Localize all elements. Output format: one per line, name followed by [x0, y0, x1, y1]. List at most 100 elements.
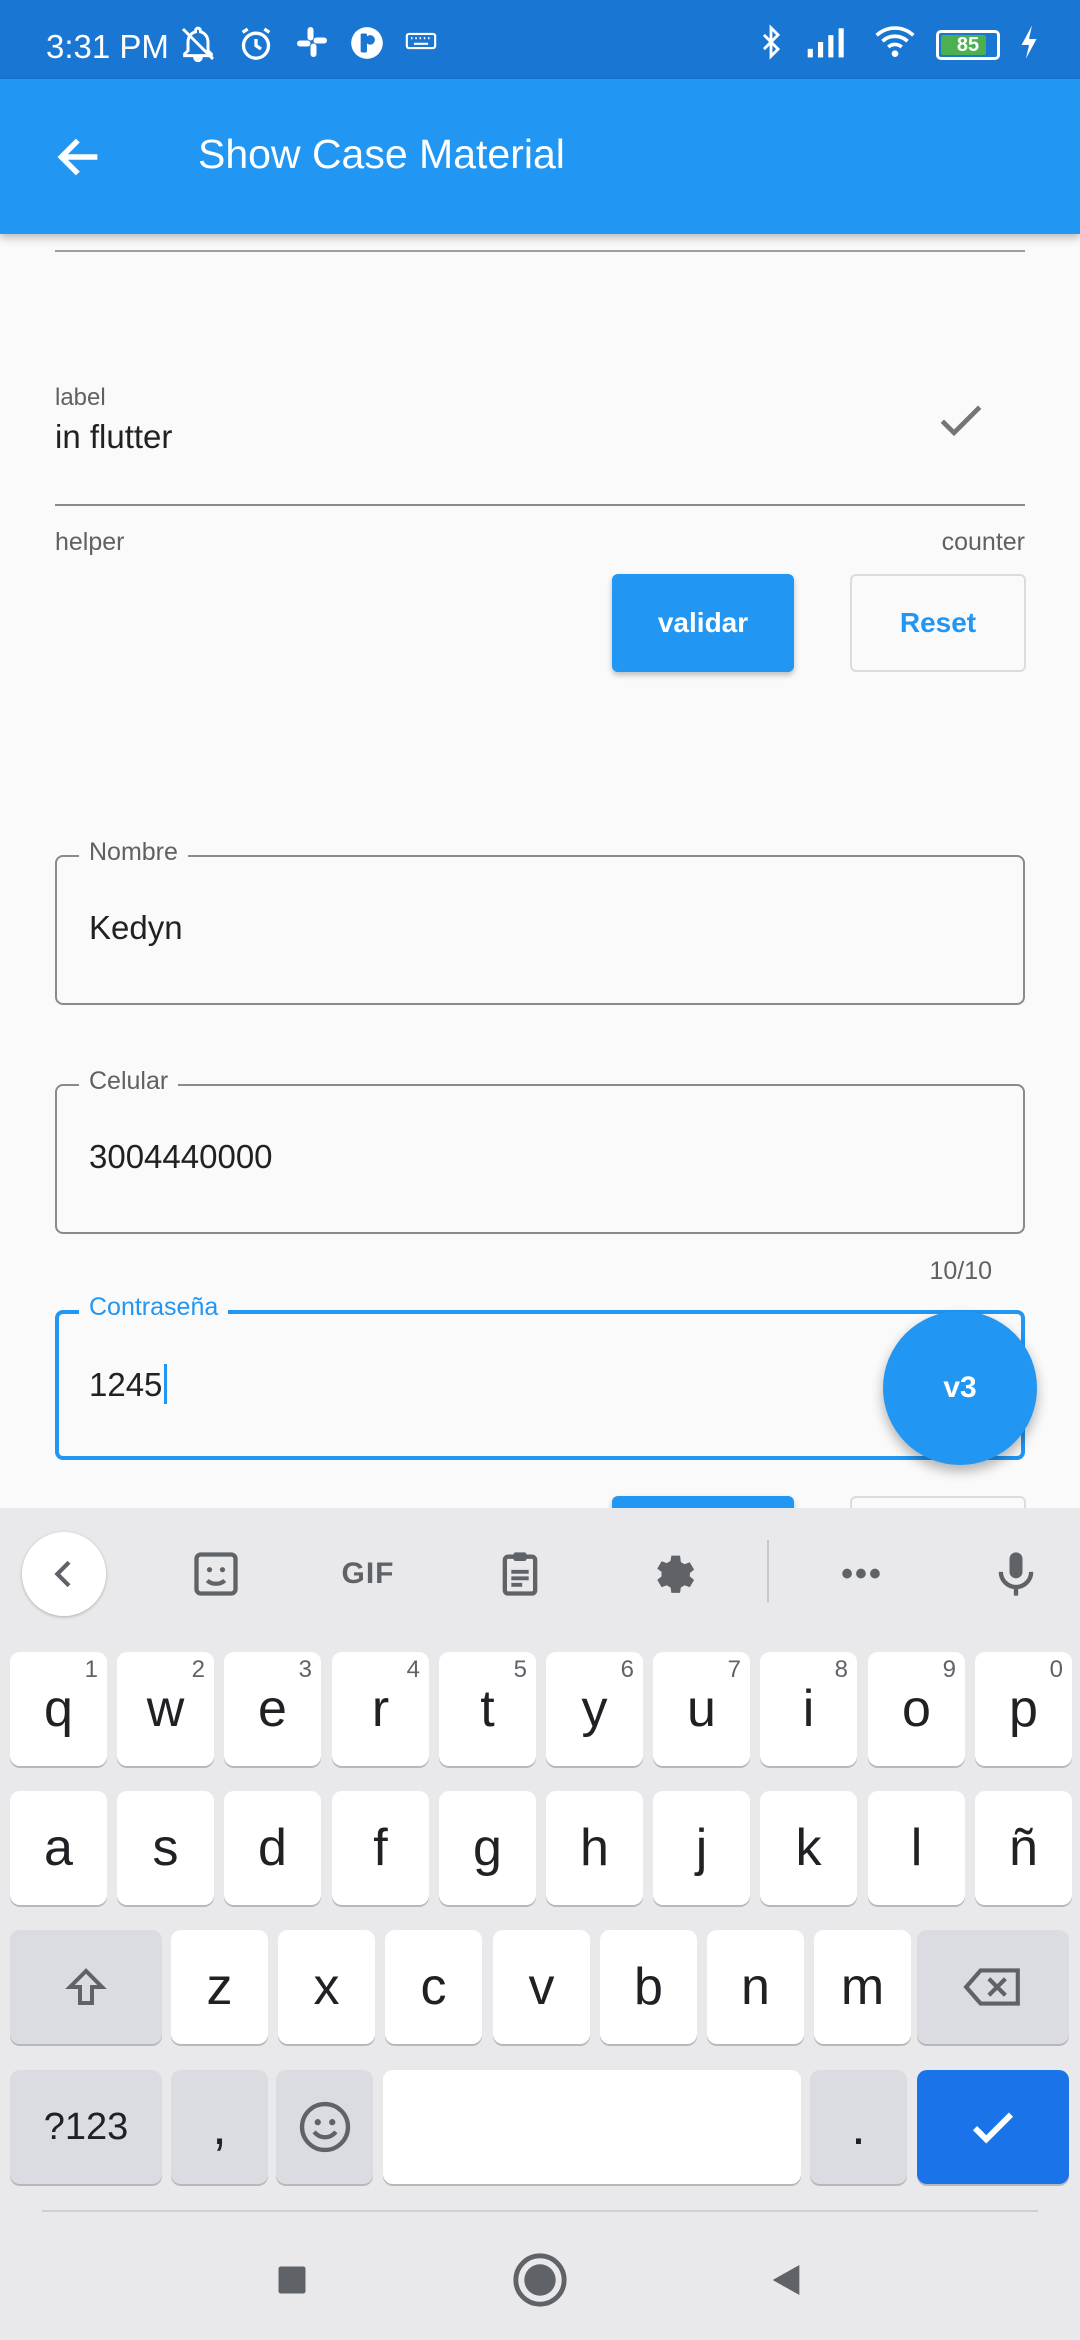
more-button[interactable]: •••: [820, 1532, 904, 1616]
key-g[interactable]: g: [439, 1791, 536, 1905]
clipboard-button[interactable]: [478, 1532, 562, 1616]
voice-input-button[interactable]: [974, 1532, 1058, 1616]
key-n[interactable]: n: [707, 1930, 804, 2044]
bluetooth-icon: [754, 22, 788, 67]
enter-key[interactable]: [917, 2070, 1069, 2184]
recents-button[interactable]: [254, 2242, 330, 2318]
back-icon: [772, 2265, 800, 2295]
key-b-label: b: [634, 1958, 663, 2016]
gif-button[interactable]: GIF: [326, 1532, 410, 1616]
key-r[interactable]: r4: [332, 1652, 429, 1766]
back-button[interactable]: [40, 119, 116, 195]
key-a[interactable]: a: [10, 1791, 107, 1905]
fab-button[interactable]: v3: [883, 1311, 1037, 1465]
key-z[interactable]: z: [171, 1930, 268, 2044]
space-key[interactable]: [383, 2070, 801, 2184]
status-time: 3:31 PM: [46, 28, 169, 65]
key-p[interactable]: p0: [975, 1652, 1072, 1766]
emoji-key[interactable]: [276, 2070, 373, 2184]
key-q[interactable]: q1: [10, 1652, 107, 1766]
key-x[interactable]: x: [278, 1930, 375, 2044]
alarm-icon: [236, 24, 276, 69]
divider: [55, 250, 1025, 252]
reset-button-2[interactable]: [850, 1496, 1026, 1508]
emoji-icon: [299, 2101, 350, 2153]
key-c-label: c: [420, 1958, 447, 2016]
form-content[interactable]: label in flutter helper counter validar …: [0, 234, 1080, 1508]
key-u-hint: 7: [727, 1656, 741, 1683]
key-y-hint: 6: [620, 1656, 634, 1683]
phone-counter: 10/10: [929, 1257, 992, 1285]
name-field[interactable]: Nombre Kedyn: [55, 838, 1025, 1005]
toolbar-divider: [767, 1540, 769, 1602]
key-t-label: t: [480, 1680, 495, 1738]
app-bar: Show Case Material: [0, 79, 1080, 234]
key-s[interactable]: s: [117, 1791, 214, 1905]
key-u-label: u: [687, 1680, 716, 1738]
home-button[interactable]: [502, 2242, 578, 2318]
password-label: Contraseña: [79, 1293, 229, 1322]
key-d[interactable]: d: [224, 1791, 321, 1905]
clipboard-icon: [502, 1552, 538, 1596]
key-h[interactable]: h: [546, 1791, 643, 1905]
battery-icon: 85: [936, 29, 1000, 60]
key-e[interactable]: e3: [224, 1652, 321, 1766]
phone-field[interactable]: Celular 3004440000: [55, 1067, 1025, 1234]
validate-button[interactable]: validar: [612, 574, 794, 672]
key-z-label: z: [206, 1958, 233, 2016]
key-ñ-label: ñ: [1009, 1819, 1038, 1877]
name-value: Kedyn: [89, 909, 183, 946]
key-y[interactable]: y6: [546, 1652, 643, 1766]
keyboard-settings-button[interactable]: [630, 1532, 714, 1616]
key-w[interactable]: w2: [117, 1652, 214, 1766]
key-u[interactable]: u7: [653, 1652, 750, 1766]
app-icon: [348, 24, 386, 69]
period-key[interactable]: .: [810, 2070, 907, 2184]
key-l[interactable]: l: [868, 1791, 965, 1905]
key-j[interactable]: j: [653, 1791, 750, 1905]
reset-button[interactable]: Reset: [850, 574, 1026, 672]
key-i[interactable]: i8: [760, 1652, 857, 1766]
key-b[interactable]: b: [600, 1930, 697, 2044]
text-cursor: [164, 1364, 168, 1404]
key-m[interactable]: m: [814, 1930, 911, 2044]
key-j-label: j: [695, 1819, 708, 1877]
keyboard-collapse-button[interactable]: [22, 1532, 106, 1616]
key-v[interactable]: v: [493, 1930, 590, 2044]
key-i-hint: 8: [834, 1656, 848, 1683]
key-w-label: w: [146, 1680, 185, 1738]
notifications-off-icon: [178, 24, 218, 69]
key-c[interactable]: c: [385, 1930, 482, 2044]
key-k-label: k: [795, 1819, 822, 1877]
key-r-hint: 4: [406, 1656, 420, 1683]
sticker-button[interactable]: [174, 1532, 258, 1616]
navigation-bar: [0, 2212, 1080, 2340]
wifi-icon: [872, 22, 918, 67]
shift-icon: [65, 1968, 107, 2005]
key-ñ[interactable]: ñ: [975, 1791, 1072, 1905]
settings-icon: [657, 1555, 695, 1593]
backspace-key[interactable]: [917, 1930, 1069, 2044]
key-f[interactable]: f: [332, 1791, 429, 1905]
password-field[interactable]: Contraseña 1245: [55, 1293, 1025, 1460]
key-a-label: a: [44, 1819, 73, 1877]
helper-text: helper: [55, 528, 125, 556]
keyboard-toolbar: GIF •••: [0, 1508, 1080, 1628]
label-text-field[interactable]: label in flutter: [55, 384, 1025, 506]
key-p-hint: 0: [1049, 1656, 1063, 1683]
key-t[interactable]: t5: [439, 1652, 536, 1766]
key-f-label: f: [373, 1819, 388, 1877]
key-s-label: s: [152, 1819, 179, 1877]
key-i-label: i: [802, 1680, 815, 1738]
nav-back-button[interactable]: [748, 2242, 824, 2318]
comma-key[interactable]: ,: [171, 2070, 268, 2184]
key-o[interactable]: o9: [868, 1652, 965, 1766]
check-icon: [933, 392, 989, 453]
key-k[interactable]: k: [760, 1791, 857, 1905]
key-o-label: o: [902, 1680, 931, 1738]
symbols-key[interactable]: ?123: [10, 2070, 162, 2184]
phone-label: Celular: [79, 1067, 179, 1096]
name-label: Nombre: [79, 838, 188, 867]
shift-key[interactable]: [10, 1930, 162, 2044]
validate-button-2[interactable]: [612, 1496, 794, 1508]
